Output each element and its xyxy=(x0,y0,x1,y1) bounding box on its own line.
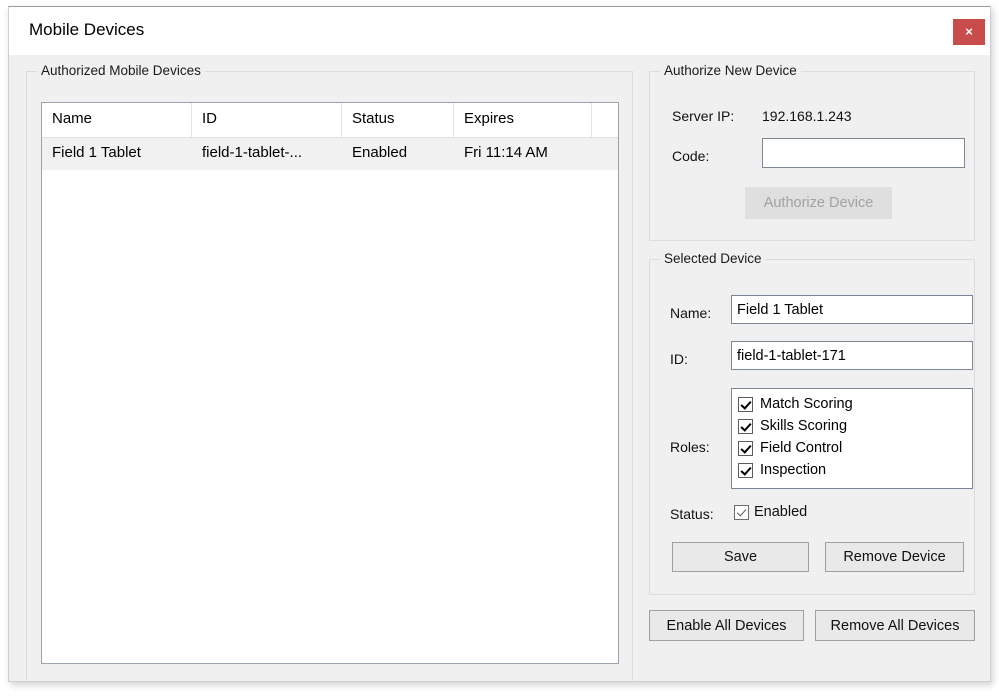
remove-device-button[interactable]: Remove Device xyxy=(825,542,964,572)
authorize-new-device-group: Authorize New Device Server IP: 192.168.… xyxy=(649,71,975,241)
checkbox-icon[interactable] xyxy=(738,397,753,412)
device-name-label: Name: xyxy=(670,305,711,321)
column-header-id[interactable]: ID xyxy=(192,103,342,137)
role-item-inspection[interactable]: Inspection xyxy=(738,459,972,481)
cell-spacer xyxy=(592,138,618,170)
devices-list[interactable]: Name ID Status Expires Field 1 Tablet fi… xyxy=(41,102,619,664)
authorize-device-button[interactable]: Authorize Device xyxy=(745,187,892,219)
role-label: Field Control xyxy=(760,440,842,456)
status-label: Status: xyxy=(670,506,714,522)
cell-id: field-1-tablet-... xyxy=(192,138,342,170)
authorized-devices-group: Authorized Mobile Devices Name ID Status… xyxy=(26,71,633,683)
checkbox-icon[interactable] xyxy=(738,441,753,456)
role-label: Match Scoring xyxy=(760,396,853,412)
selected-device-group: Selected Device Name: ID: Roles: Match S… xyxy=(649,259,975,595)
status-checkbox-label: Enabled xyxy=(754,504,807,520)
checkbox-icon[interactable] xyxy=(738,463,753,478)
roles-label: Roles: xyxy=(670,439,710,455)
checkbox-icon[interactable] xyxy=(734,505,749,520)
code-label: Code: xyxy=(672,148,709,164)
mobile-devices-dialog: Mobile Devices × Authorized Mobile Devic… xyxy=(8,6,991,682)
authorize-new-device-legend: Authorize New Device xyxy=(660,63,801,78)
role-item-skills-scoring[interactable]: Skills Scoring xyxy=(738,415,972,437)
role-label: Skills Scoring xyxy=(760,418,847,434)
table-row[interactable]: Field 1 Tablet field-1-tablet-... Enable… xyxy=(42,138,618,170)
cell-name: Field 1 Tablet xyxy=(42,138,192,170)
roles-list[interactable]: Match Scoring Skills Scoring Field Contr… xyxy=(731,388,973,489)
page-title: Mobile Devices xyxy=(29,20,144,40)
cell-expires: Fri 11:14 AM xyxy=(454,138,592,170)
cell-status: Enabled xyxy=(342,138,454,170)
server-ip-value: 192.168.1.243 xyxy=(762,108,852,124)
device-id-input[interactable] xyxy=(731,341,973,370)
selected-device-legend: Selected Device xyxy=(660,251,766,266)
enable-all-devices-button[interactable]: Enable All Devices xyxy=(649,610,804,641)
column-header-status[interactable]: Status xyxy=(342,103,454,137)
device-id-label: ID: xyxy=(670,351,688,367)
column-header-expires[interactable]: Expires xyxy=(454,103,592,137)
column-header-name[interactable]: Name xyxy=(42,103,192,137)
checkbox-icon[interactable] xyxy=(738,419,753,434)
remove-all-devices-button[interactable]: Remove All Devices xyxy=(815,610,975,641)
column-header-spacer[interactable] xyxy=(592,103,618,137)
role-label: Inspection xyxy=(760,462,826,478)
role-item-match-scoring[interactable]: Match Scoring xyxy=(738,393,972,415)
close-icon[interactable]: × xyxy=(953,19,985,45)
dialog-body: Authorized Mobile Devices Name ID Status… xyxy=(9,55,990,681)
authorized-devices-legend: Authorized Mobile Devices xyxy=(37,63,205,78)
code-input[interactable] xyxy=(762,138,965,168)
device-name-input[interactable] xyxy=(731,295,973,324)
devices-list-header: Name ID Status Expires xyxy=(42,103,618,138)
server-ip-label: Server IP: xyxy=(672,108,734,124)
status-enabled-checkbox[interactable]: Enabled xyxy=(734,504,807,520)
title-bar: Mobile Devices × xyxy=(9,7,990,55)
role-item-field-control[interactable]: Field Control xyxy=(738,437,972,459)
save-button[interactable]: Save xyxy=(672,542,809,572)
